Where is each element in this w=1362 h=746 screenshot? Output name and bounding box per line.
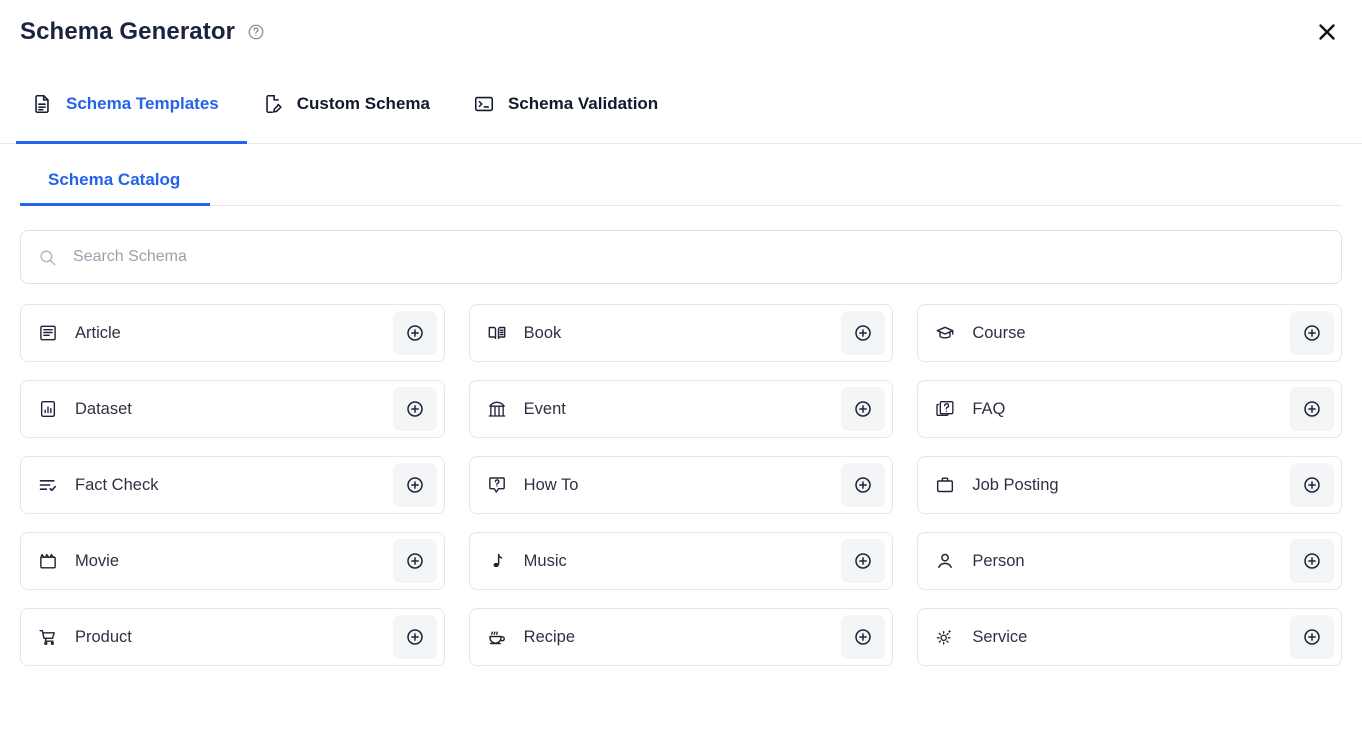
document-pencil-icon [261,92,285,116]
schema-card-event[interactable]: Event [469,380,894,438]
schema-card-service[interactable]: Service [917,608,1342,666]
schema-card-book[interactable]: Book [469,304,894,362]
add-schema-button[interactable] [841,311,885,355]
tab-label: Custom Schema [297,94,430,114]
terminal-icon [472,92,496,116]
graduation-cap-icon [934,322,956,344]
schema-card-movie[interactable]: Movie [20,532,445,590]
subtab-label: Schema Catalog [48,170,180,189]
schema-card-label: Recipe [524,628,842,647]
music-note-icon [486,550,508,572]
schema-card-label: Music [524,552,842,571]
schema-card-faq[interactable]: FAQ [917,380,1342,438]
add-schema-button[interactable] [393,387,437,431]
schema-card-article[interactable]: Article [20,304,445,362]
add-schema-button[interactable] [841,615,885,659]
sub-tabbar: Schema Catalog [20,144,1342,206]
add-schema-button[interactable] [393,463,437,507]
add-schema-button[interactable] [1290,463,1334,507]
list-check-icon [37,474,59,496]
schema-card-label: Movie [75,552,393,571]
clapperboard-icon [37,550,59,572]
document-lines-icon [30,92,54,116]
schema-card-label: How To [524,476,842,495]
schema-card-label: FAQ [972,400,1290,419]
schema-card-label: Product [75,628,393,647]
schema-card-product[interactable]: Product [20,608,445,666]
schema-card-label: Event [524,400,842,419]
main-tabbar: Schema Templates Custom Schema Schema Va… [0,64,1362,144]
window-titlebar: Schema Generator [0,0,1362,64]
schema-card-music[interactable]: Music [469,532,894,590]
search-input[interactable] [71,247,1325,267]
schema-card-label: Article [75,324,393,343]
schema-card-label: Job Posting [972,476,1290,495]
add-schema-button[interactable] [1290,539,1334,583]
stacked-question-icon [934,398,956,420]
add-schema-button[interactable] [1290,311,1334,355]
schema-catalog-grid: Article Book Course [20,304,1342,666]
help-circle-icon[interactable] [247,23,265,41]
add-schema-button[interactable] [841,539,885,583]
question-bubble-icon [486,474,508,496]
tab-custom-schema[interactable]: Custom Schema [247,64,458,144]
search-box[interactable] [20,230,1342,284]
schema-card-label: Service [972,628,1290,647]
schema-card-label: Fact Check [75,476,393,495]
book-open-icon [486,322,508,344]
schema-card-how-to[interactable]: How To [469,456,894,514]
tab-label: Schema Validation [508,94,658,114]
schema-card-fact-check[interactable]: Fact Check [20,456,445,514]
subtab-schema-catalog[interactable]: Schema Catalog [20,170,210,206]
article-icon [37,322,59,344]
briefcase-icon [934,474,956,496]
schema-card-recipe[interactable]: Recipe [469,608,894,666]
hot-bowl-icon [486,626,508,648]
ticket-booth-icon [486,398,508,420]
bar-chart-box-icon [37,398,59,420]
schema-card-dataset[interactable]: Dataset [20,380,445,438]
add-schema-button[interactable] [393,311,437,355]
tab-schema-templates[interactable]: Schema Templates [16,64,247,144]
schema-card-label: Book [524,324,842,343]
add-schema-button[interactable] [393,539,437,583]
tab-label: Schema Templates [66,94,219,114]
schema-card-label: Course [972,324,1290,343]
schema-card-person[interactable]: Person [917,532,1342,590]
schema-card-job-posting[interactable]: Job Posting [917,456,1342,514]
schema-card-label: Person [972,552,1290,571]
page-title: Schema Generator [20,18,235,46]
shopping-cart-icon [37,626,59,648]
close-icon[interactable] [1310,15,1344,49]
tab-schema-validation[interactable]: Schema Validation [458,64,686,144]
search-icon [37,247,57,267]
add-schema-button[interactable] [841,463,885,507]
add-schema-button[interactable] [841,387,885,431]
add-schema-button[interactable] [393,615,437,659]
gear-sparkle-icon [934,626,956,648]
add-schema-button[interactable] [1290,615,1334,659]
add-schema-button[interactable] [1290,387,1334,431]
schema-card-course[interactable]: Course [917,304,1342,362]
schema-card-label: Dataset [75,400,393,419]
person-icon [934,550,956,572]
